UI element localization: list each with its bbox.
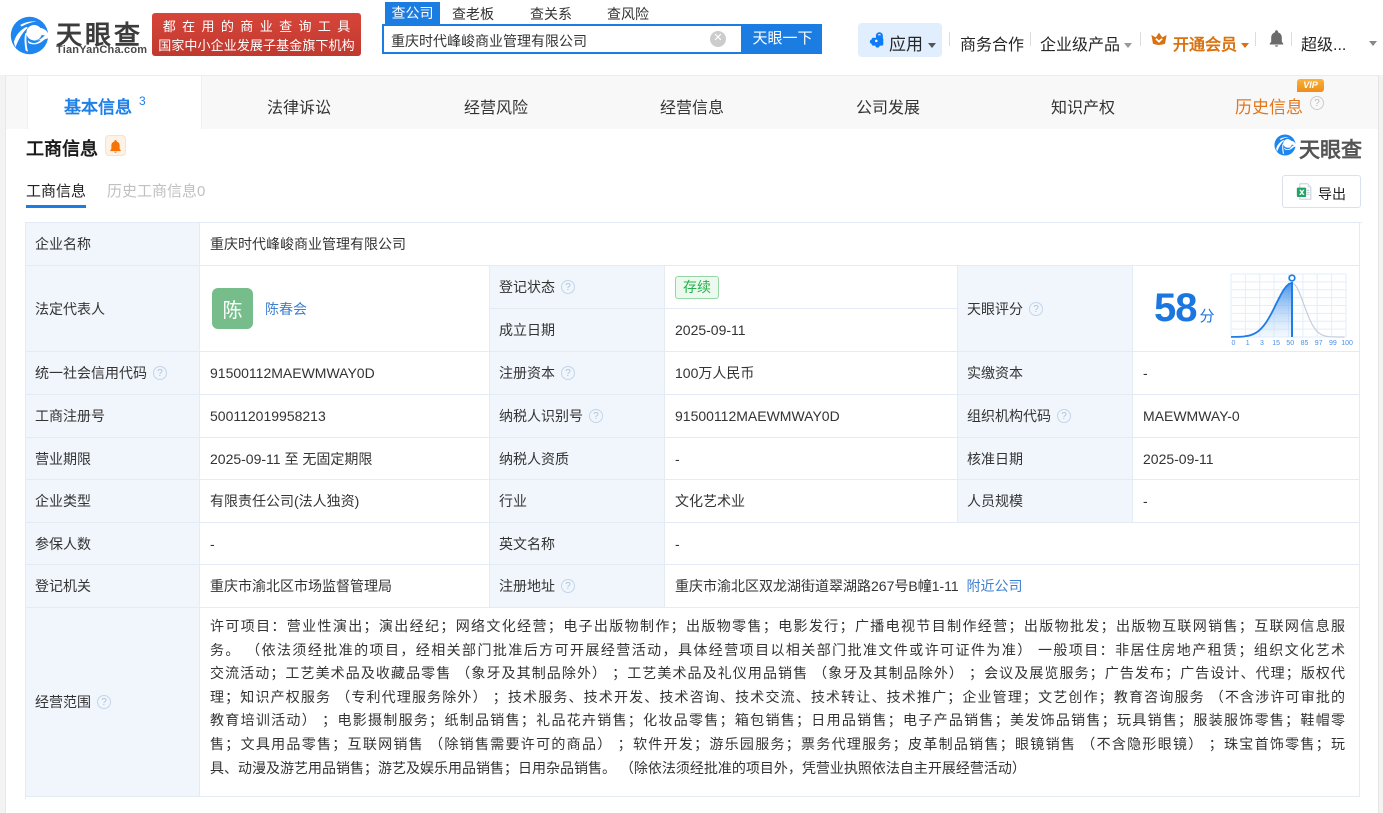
svg-text:0: 0 xyxy=(1232,340,1236,347)
svg-text:50: 50 xyxy=(1286,340,1294,347)
svg-text:3: 3 xyxy=(1260,340,1264,347)
svg-text:15: 15 xyxy=(1272,340,1280,347)
svg-text:1: 1 xyxy=(1246,340,1250,347)
svg-text:85: 85 xyxy=(1301,340,1309,347)
svg-text:97: 97 xyxy=(1315,340,1323,347)
svg-text:99: 99 xyxy=(1329,340,1337,347)
svg-text:100: 100 xyxy=(1341,340,1353,347)
